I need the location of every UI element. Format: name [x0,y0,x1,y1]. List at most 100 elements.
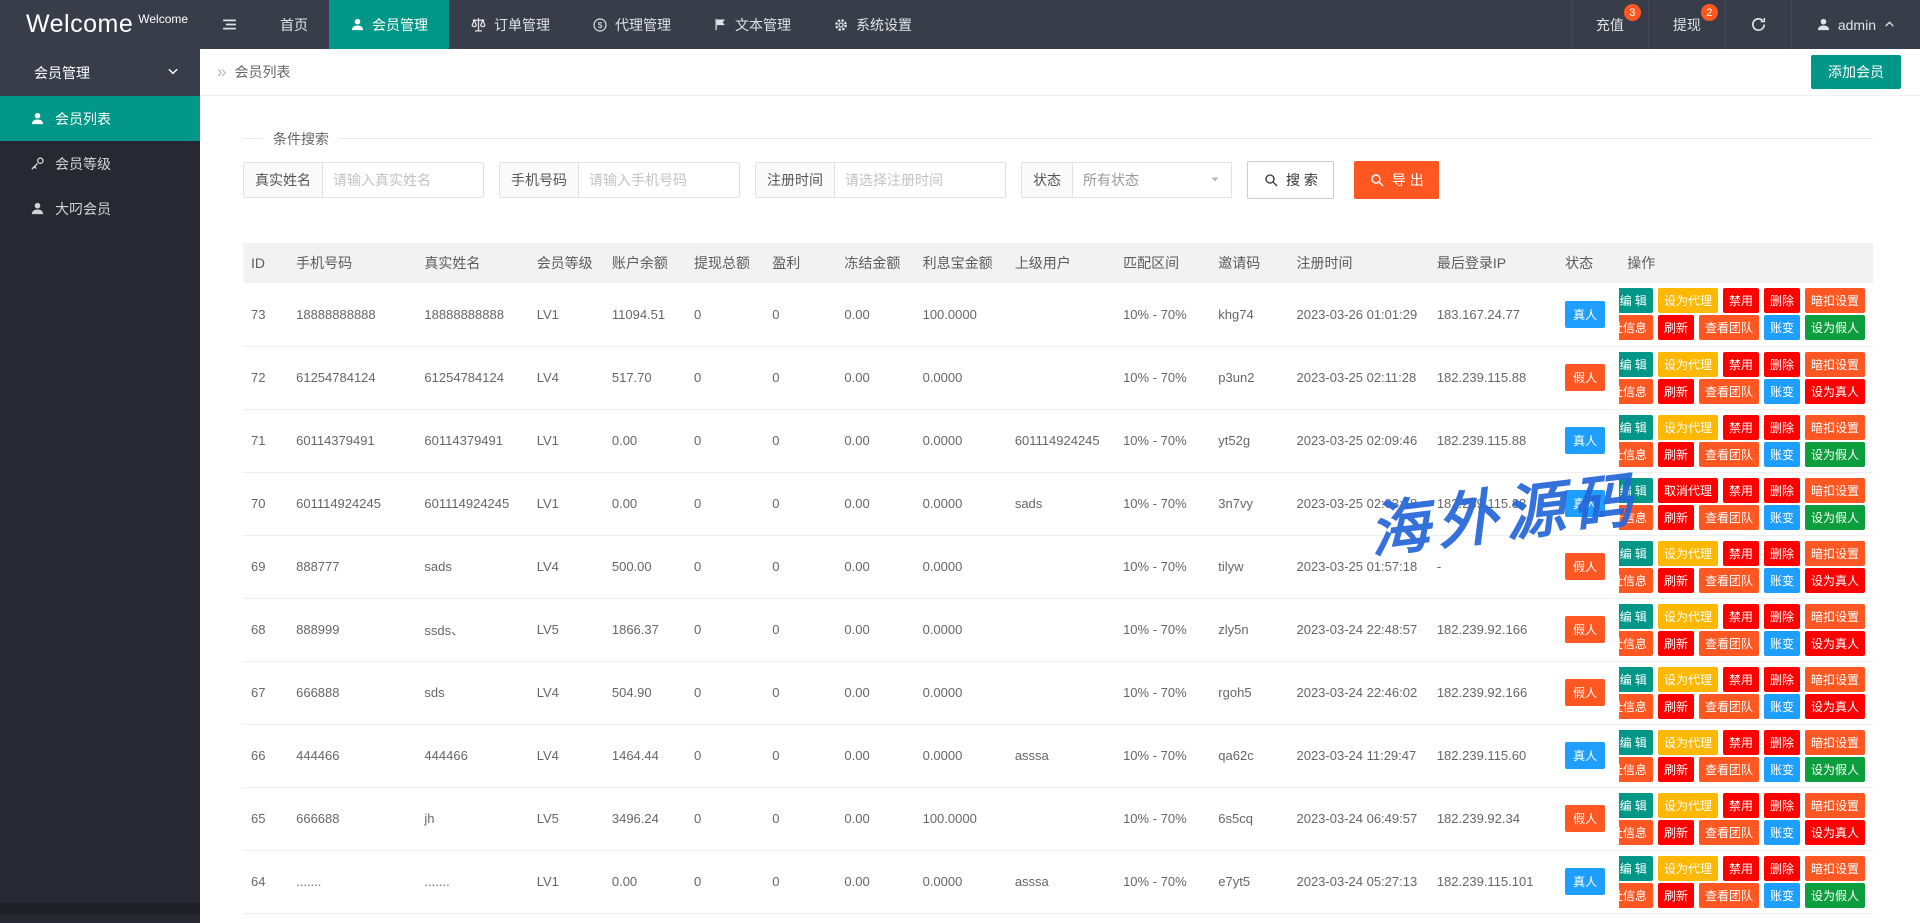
nav-item-text-management[interactable]: 文本管理 [692,0,812,49]
edit-button[interactable]: 编 辑 [1619,604,1653,629]
disable-button[interactable]: 禁用 [1723,288,1759,313]
set-real-button[interactable]: 设为真人 [1805,379,1865,404]
edit-button[interactable]: 编 辑 [1619,667,1653,692]
status-select[interactable]: 所有状态 [1073,163,1231,197]
nav-item-order-management[interactable]: 订单管理 [449,0,571,49]
account-change-button[interactable]: 账变 [1764,568,1800,593]
nav-item-system-settings[interactable]: 系统设置 [812,0,933,49]
delete-button[interactable]: 删除 [1764,730,1800,755]
set-agent-button[interactable]: 设为代理 [1658,730,1718,755]
add-member-button[interactable]: 添加会员 [1811,55,1901,89]
account-change-button[interactable]: 账变 [1764,505,1800,530]
set-agent-button[interactable]: 设为代理 [1658,541,1718,566]
address-info-button[interactable]: 地址信息 [1619,442,1653,467]
set-real-button[interactable]: 设为真人 [1805,631,1865,656]
refresh-button[interactable]: 刷新 [1658,442,1694,467]
nav-item-agent-management[interactable]: $代理管理 [571,0,692,49]
address-info-button[interactable]: 地址信息 [1619,505,1653,530]
edit-button[interactable]: 编 辑 [1619,415,1653,440]
nav-item-home[interactable]: 首页 [259,0,329,49]
hidden-deduct-button[interactable]: 暗扣设置 [1805,415,1865,440]
export-button[interactable]: 导 出 [1354,161,1439,199]
delete-button[interactable]: 删除 [1764,352,1800,377]
account-change-button[interactable]: 账变 [1764,379,1800,404]
delete-button[interactable]: 删除 [1764,415,1800,440]
edit-button[interactable]: 编 辑 [1619,288,1653,313]
delete-button[interactable]: 删除 [1764,667,1800,692]
edit-button[interactable]: 编 辑 [1619,352,1653,377]
hidden-deduct-button[interactable]: 暗扣设置 [1805,793,1865,818]
disable-button[interactable]: 禁用 [1723,667,1759,692]
address-info-button[interactable]: 地址信息 [1619,379,1653,404]
hidden-deduct-button[interactable]: 暗扣设置 [1805,856,1865,881]
sidebar-item-member-level[interactable]: 会员等级 [0,141,200,186]
disable-button[interactable]: 禁用 [1723,478,1759,503]
recharge-button[interactable]: 充值 3 [1571,0,1648,49]
hidden-deduct-button[interactable]: 暗扣设置 [1805,478,1865,503]
set-agent-button[interactable]: 设为代理 [1658,352,1718,377]
admin-user-menu[interactable]: admin [1791,0,1920,49]
delete-button[interactable]: 删除 [1764,288,1800,313]
sidebar-item-big-member[interactable]: 大叼会员 [0,186,200,231]
hidden-deduct-button[interactable]: 暗扣设置 [1805,604,1865,629]
set-agent-button[interactable]: 设为代理 [1658,415,1718,440]
view-team-button[interactable]: 查看团队 [1699,442,1759,467]
address-info-button[interactable]: 地址信息 [1619,820,1653,845]
disable-button[interactable]: 禁用 [1723,730,1759,755]
view-team-button[interactable]: 查看团队 [1699,568,1759,593]
refresh-button[interactable]: 刷新 [1658,379,1694,404]
delete-button[interactable]: 删除 [1764,478,1800,503]
refresh-button[interactable]: 刷新 [1658,883,1694,908]
hidden-deduct-button[interactable]: 暗扣设置 [1805,541,1865,566]
set-real-button[interactable]: 设为真人 [1805,820,1865,845]
view-team-button[interactable]: 查看团队 [1699,505,1759,530]
account-change-button[interactable]: 账变 [1764,315,1800,340]
address-info-button[interactable]: 地址信息 [1619,631,1653,656]
phone-input[interactable] [579,163,739,197]
withdraw-button[interactable]: 提现 2 [1648,0,1725,49]
account-change-button[interactable]: 账变 [1764,694,1800,719]
set-agent-button[interactable]: 设为代理 [1658,604,1718,629]
real-name-input[interactable] [323,163,483,197]
set-agent-button[interactable]: 设为代理 [1658,288,1718,313]
disable-button[interactable]: 禁用 [1723,541,1759,566]
hidden-deduct-button[interactable]: 暗扣设置 [1805,667,1865,692]
cancel-agent-button[interactable]: 取消代理 [1658,478,1718,503]
set-real-button[interactable]: 设为真人 [1805,694,1865,719]
view-team-button[interactable]: 查看团队 [1699,757,1759,782]
refresh-button[interactable]: 刷新 [1658,568,1694,593]
sidebar-group-member-management[interactable]: 会员管理 [0,49,200,96]
edit-button[interactable]: 编 辑 [1619,856,1653,881]
set-real-button[interactable]: 设为真人 [1805,568,1865,593]
set-fake-button[interactable]: 设为假人 [1805,505,1865,530]
set-agent-button[interactable]: 设为代理 [1658,667,1718,692]
refresh-button[interactable]: 刷新 [1658,694,1694,719]
nav-item-member-management[interactable]: 会员管理 [329,0,449,49]
view-team-button[interactable]: 查看团队 [1699,379,1759,404]
set-fake-button[interactable]: 设为假人 [1805,442,1865,467]
view-team-button[interactable]: 查看团队 [1699,820,1759,845]
refresh-button[interactable]: 刷新 [1658,505,1694,530]
refresh-button[interactable]: 刷新 [1658,820,1694,845]
delete-button[interactable]: 删除 [1764,793,1800,818]
refresh-button[interactable]: 刷新 [1658,757,1694,782]
hidden-deduct-button[interactable]: 暗扣设置 [1805,730,1865,755]
account-change-button[interactable]: 账变 [1764,631,1800,656]
edit-button[interactable]: 编 辑 [1619,478,1653,503]
address-info-button[interactable]: 地址信息 [1619,694,1653,719]
address-info-button[interactable]: 地址信息 [1619,315,1653,340]
set-agent-button[interactable]: 设为代理 [1658,856,1718,881]
set-agent-button[interactable]: 设为代理 [1658,793,1718,818]
delete-button[interactable]: 删除 [1764,604,1800,629]
view-team-button[interactable]: 查看团队 [1699,631,1759,656]
set-fake-button[interactable]: 设为假人 [1805,757,1865,782]
disable-button[interactable]: 禁用 [1723,604,1759,629]
hidden-deduct-button[interactable]: 暗扣设置 [1805,288,1865,313]
disable-button[interactable]: 禁用 [1723,856,1759,881]
address-info-button[interactable]: 地址信息 [1619,883,1653,908]
register-time-input[interactable] [835,163,1005,197]
edit-button[interactable]: 编 辑 [1619,730,1653,755]
refresh-button[interactable]: 刷新 [1658,631,1694,656]
disable-button[interactable]: 禁用 [1723,793,1759,818]
account-change-button[interactable]: 账变 [1764,883,1800,908]
